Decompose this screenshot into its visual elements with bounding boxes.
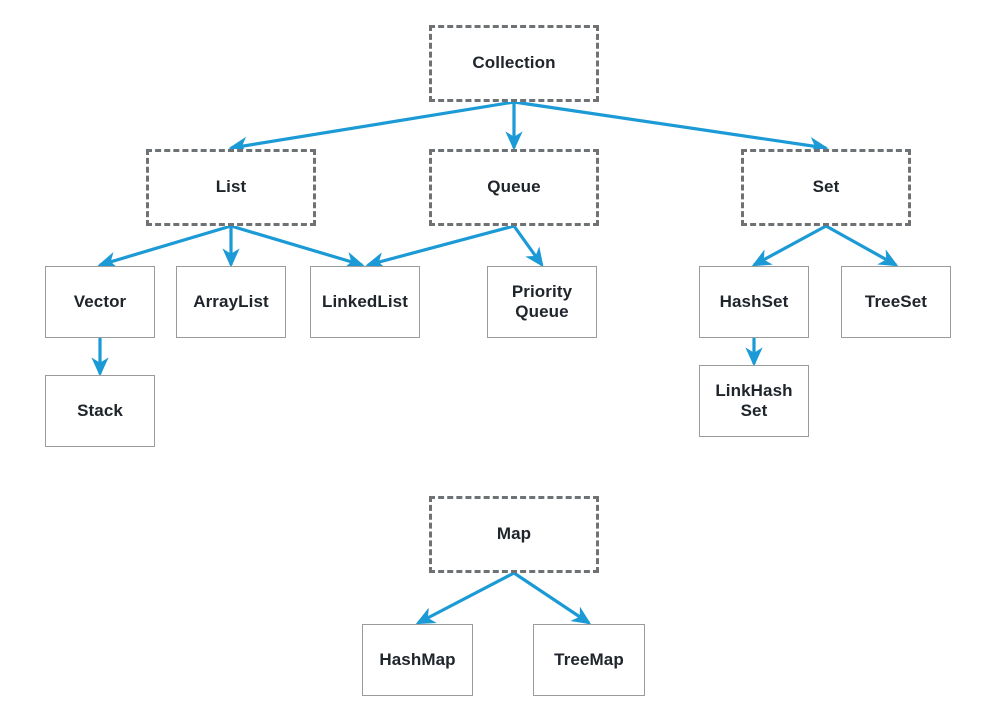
node-collection[interactable]: Collection: [429, 25, 599, 102]
node-label-linkhashset: LinkHash Set: [715, 380, 793, 420]
node-set[interactable]: Set: [741, 149, 911, 226]
node-label-arraylist: ArrayList: [193, 291, 269, 311]
node-arraylist[interactable]: ArrayList: [176, 266, 286, 338]
node-label-list: List: [215, 177, 247, 197]
node-label-linkedlist: LinkedList: [321, 291, 408, 311]
node-label-stack: Stack: [77, 400, 123, 420]
node-label-set: Set: [812, 177, 840, 197]
node-label-treemap: TreeMap: [554, 649, 624, 669]
node-label-priorityqueue: Priority Queue: [511, 281, 573, 321]
node-stack[interactable]: Stack: [45, 375, 155, 447]
node-label-hashmap: HashMap: [379, 649, 456, 669]
node-treeset[interactable]: TreeSet: [841, 266, 951, 338]
edge-queue-to-linkedlist: [365, 224, 515, 270]
node-map[interactable]: Map: [429, 496, 599, 573]
node-treemap[interactable]: TreeMap: [533, 624, 645, 696]
edge-collection-to-set: [513, 100, 829, 155]
edge-queue-to-priorityqueue: [512, 225, 544, 268]
node-linkhashset[interactable]: LinkHash Set: [699, 365, 809, 437]
node-label-hashset: HashSet: [719, 291, 789, 311]
node-priorityqueue[interactable]: Priority Queue: [487, 266, 597, 338]
node-hashset[interactable]: HashSet: [699, 266, 809, 338]
diagram-canvas: Collection List Queue Set Vector ArrayList Lin…: [0, 0, 1007, 728]
node-linkedlist[interactable]: LinkedList: [310, 266, 420, 338]
edge-map-to-hashmap: [415, 571, 515, 625]
edge-layer: [91, 100, 899, 625]
edge-list-to-vector: [97, 224, 232, 269]
edge-list-to-linkedlist: [230, 224, 365, 269]
edge-set-to-treeset: [825, 224, 899, 267]
node-label-vector: Vector: [73, 291, 127, 311]
edge-collection-to-list: [228, 100, 515, 154]
node-label-queue: Queue: [487, 177, 541, 197]
node-list[interactable]: List: [146, 149, 316, 226]
node-label-map: Map: [496, 524, 532, 544]
node-vector[interactable]: Vector: [45, 266, 155, 338]
edge-set-to-hashset: [751, 224, 827, 267]
node-queue[interactable]: Queue: [429, 149, 599, 226]
edge-map-to-treemap: [513, 571, 592, 625]
node-label-collection: Collection: [472, 53, 556, 73]
node-hashmap[interactable]: HashMap: [362, 624, 473, 696]
node-label-treeset: TreeSet: [864, 291, 928, 311]
